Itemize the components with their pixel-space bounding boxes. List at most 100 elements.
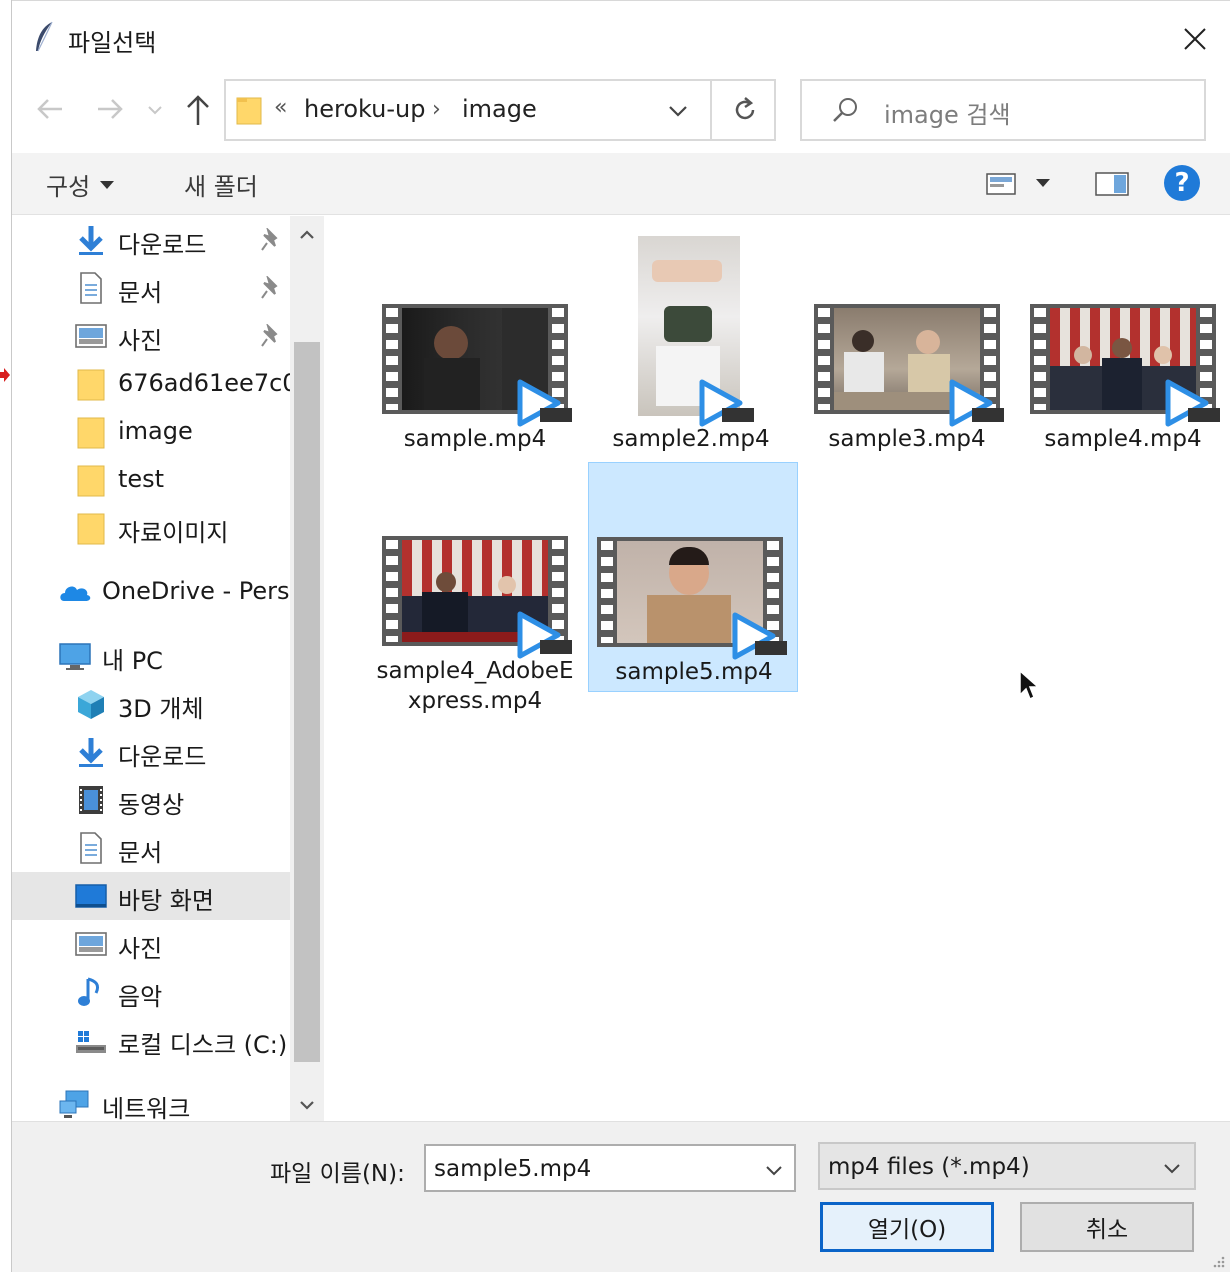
- download-arrow-icon: [79, 226, 103, 255]
- close-icon: [1184, 28, 1206, 50]
- nav-item-pictures[interactable]: 사진: [12, 920, 290, 968]
- nav-item-3d-objects[interactable]: 3D 개체: [12, 680, 290, 728]
- dialog-footer: 파일 이름(N): sample5.mp4 mp4 files (*.mp4) …: [12, 1121, 1230, 1272]
- search-icon: [833, 98, 857, 122]
- pictures-icon: [75, 324, 107, 348]
- close-button[interactable]: [1170, 19, 1220, 59]
- file-item-sample3[interactable]: sample3.mp4: [802, 228, 1012, 464]
- red-arrow-icon: [0, 368, 10, 382]
- organize-button[interactable]: 구성: [46, 167, 115, 202]
- network-icon: [59, 1090, 89, 1118]
- nav-item-downloads[interactable]: 다운로드: [12, 728, 290, 776]
- nav-label: 동영상: [118, 791, 185, 819]
- file-item-sample2[interactable]: sample2.mp4: [586, 228, 796, 464]
- mouse-cursor-icon: [1019, 669, 1040, 701]
- help-button[interactable]: ?: [1164, 165, 1200, 201]
- nav-item-pictures-quick[interactable]: 사진: [12, 312, 290, 360]
- file-list: sample.mp4 sample2.mp4 sample3.mp4 sampl…: [326, 216, 1230, 1121]
- nav-item-network[interactable]: 네트워크: [12, 1080, 290, 1121]
- title-bar: 파일선택: [12, 1, 1230, 75]
- navigation-pane: 다운로드 문서 사진 676ad61ee7c09 image test 자료이미…: [12, 216, 324, 1121]
- filename-input[interactable]: sample5.mp4: [424, 1144, 796, 1192]
- nav-item-documents[interactable]: 문서: [12, 824, 290, 872]
- file-name-line1: sample4_AdobeE: [376, 658, 574, 684]
- view-options-caret-icon[interactable]: [1036, 179, 1050, 187]
- nav-label: 사진: [118, 935, 163, 963]
- file-name: sample4.mp4: [1044, 426, 1202, 452]
- file-type-value: mp4 files (*.mp4): [828, 1154, 1030, 1180]
- media-player-badge: [722, 408, 754, 422]
- pictures-icon: [75, 932, 107, 956]
- download-arrow-icon: [79, 738, 103, 767]
- breadcrumb-heroku-up[interactable]: heroku-up: [304, 95, 425, 123]
- nav-label: 로컬 디스크 (C:): [118, 1031, 288, 1059]
- media-player-badge: [755, 641, 787, 655]
- address-overflow[interactable]: «: [274, 95, 287, 120]
- computer-icon: [59, 643, 91, 670]
- new-folder-button[interactable]: 새 폴더: [184, 167, 258, 202]
- media-player-badge: [1188, 408, 1220, 422]
- scroll-down-icon[interactable]: [298, 1096, 316, 1114]
- nav-label: image: [118, 417, 193, 445]
- file-name: sample5.mp4: [615, 659, 773, 685]
- nav-item-folder-image[interactable]: image: [12, 408, 290, 456]
- nav-item-documents-quick[interactable]: 문서: [12, 264, 290, 312]
- breadcrumb-separator[interactable]: ›: [432, 97, 441, 122]
- back-arrow-icon[interactable]: [34, 93, 66, 125]
- nav-label: 다운로드: [118, 231, 207, 259]
- document-icon: [80, 832, 102, 864]
- nav-scrollbar[interactable]: [290, 216, 324, 1121]
- recent-locations-chevron-icon[interactable]: [146, 101, 164, 119]
- chevron-down-icon[interactable]: [764, 1160, 784, 1180]
- search-input[interactable]: image 검색: [884, 95, 1011, 130]
- nav-label: 문서: [118, 839, 163, 867]
- resize-grip-icon[interactable]: [1210, 1253, 1226, 1269]
- nav-item-onedrive[interactable]: OneDrive - Personal: [12, 568, 324, 616]
- scroll-thumb[interactable]: [294, 342, 320, 1062]
- chevron-down-icon[interactable]: [666, 99, 690, 123]
- open-button[interactable]: 열기(O): [820, 1202, 994, 1252]
- nav-label: 676ad61ee7c09: [118, 369, 313, 397]
- pin-icon[interactable]: [260, 324, 282, 348]
- pin-icon[interactable]: [260, 228, 282, 252]
- nav-label: test: [118, 465, 165, 493]
- file-item-sample4[interactable]: sample4.mp4: [1018, 228, 1228, 464]
- up-arrow-icon[interactable]: [182, 93, 214, 127]
- music-note-icon: [78, 977, 100, 1006]
- file-item-sample[interactable]: sample.mp4: [370, 228, 580, 464]
- nav-label: 다운로드: [118, 743, 207, 771]
- file-item-sample5[interactable]: sample5.mp4: [588, 462, 798, 692]
- media-player-badge: [972, 408, 1004, 422]
- nav-item-videos[interactable]: 동영상: [12, 776, 290, 824]
- nav-item-folder-materials[interactable]: 자료이미지: [12, 504, 290, 552]
- drive-icon: [76, 1031, 106, 1053]
- search-box[interactable]: image 검색: [800, 79, 1206, 141]
- scroll-up-icon[interactable]: [298, 226, 316, 244]
- file-name: sample2.mp4: [612, 426, 770, 452]
- cancel-button[interactable]: 취소: [1020, 1202, 1194, 1252]
- nav-item-music[interactable]: 음악: [12, 968, 290, 1016]
- nav-item-local-disk[interactable]: 로컬 디스크 (C:): [12, 1016, 290, 1064]
- nav-item-desktop[interactable]: 바탕 화면: [12, 872, 290, 920]
- nav-label: 음악: [118, 983, 163, 1011]
- file-type-select[interactable]: mp4 files (*.mp4): [818, 1142, 1196, 1190]
- refresh-icon[interactable]: [731, 95, 759, 125]
- nav-item-folder-test[interactable]: test: [12, 456, 290, 504]
- pin-icon[interactable]: [260, 276, 282, 300]
- file-item-sample4-adobe-express[interactable]: sample4_AdobeE xpress.mp4: [370, 464, 580, 728]
- file-open-dialog: 파일선택 « heroku-up › image image 검색 구성 새 폴…: [12, 0, 1230, 1272]
- address-bar[interactable]: « heroku-up › image: [224, 79, 776, 141]
- media-player-badge: [540, 408, 572, 422]
- breadcrumb-image[interactable]: image: [462, 95, 537, 123]
- preview-pane-icon[interactable]: [1094, 169, 1130, 199]
- nav-item-this-pc[interactable]: 내 PC: [12, 632, 290, 680]
- organize-label: 구성: [46, 173, 91, 201]
- nav-item-folder-676ad61ee7c09[interactable]: 676ad61ee7c09: [12, 360, 313, 408]
- change-view-icon[interactable]: [984, 169, 1018, 199]
- folder-icon: [236, 97, 262, 125]
- nav-label: 문서: [118, 279, 163, 307]
- filename-value[interactable]: sample5.mp4: [434, 1156, 591, 1182]
- forward-arrow-icon[interactable]: [94, 93, 126, 125]
- caret-down-icon: [100, 180, 115, 189]
- nav-item-downloads-quick[interactable]: 다운로드: [12, 216, 290, 264]
